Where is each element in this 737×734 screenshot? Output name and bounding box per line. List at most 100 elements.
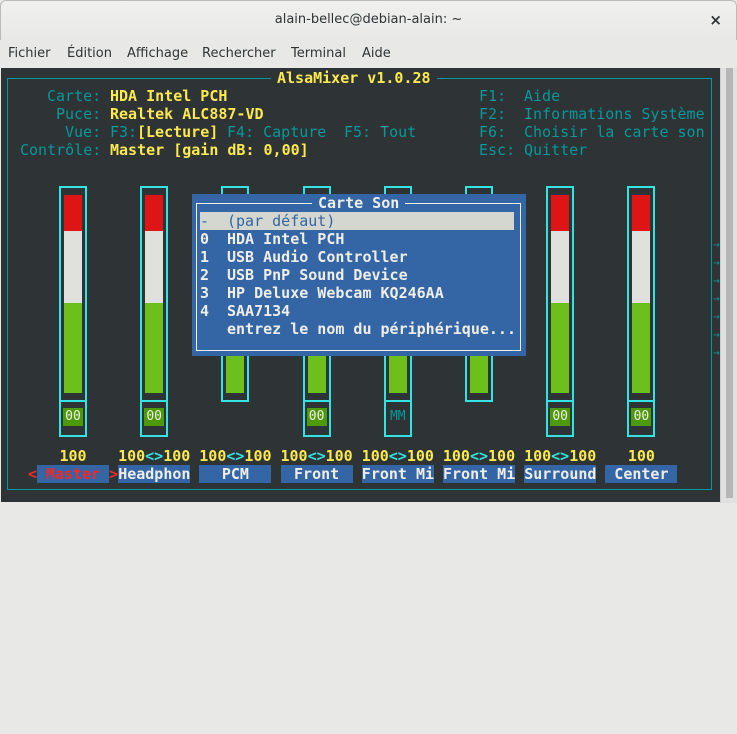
scroll-right-arrow-icon: → [713,274,720,287]
channel-label[interactable]: Center [605,465,678,483]
menu-fichier[interactable]: Fichier [8,46,51,61]
view-f3: F3: [110,123,138,141]
menu-rechercher[interactable]: Rechercher [202,46,276,61]
menu-bar: Fichier Édition Affichage Rechercher Ter… [0,40,737,68]
key-f6: F6: [479,123,507,141]
option-index: 2 [200,266,210,284]
volume-bar-frame [546,186,575,402]
mute-box[interactable]: 00 [140,400,169,437]
mute-state: 00 [550,408,571,426]
key-f1: F1: [479,87,507,105]
selection-marker-right: > [109,465,119,483]
volume-bar-frame [140,186,169,402]
menu-edition[interactable]: Édition [67,46,112,61]
mute-box[interactable]: 00 [546,400,575,437]
key-f2: F2: [479,105,507,123]
volume-bar-frame [59,186,87,402]
volume-fill-low [145,303,164,393]
sound-card-option[interactable]: entrez le nom du périphérique... [200,320,516,338]
channel-label[interactable]: Front Mi [361,465,434,483]
volume-fill-low [64,303,82,393]
scrollbar-thumb[interactable] [726,68,733,498]
right-value: 100 [406,447,434,465]
right-value: 100 [163,447,191,465]
volume-fill-mid [551,231,570,303]
mute-box[interactable]: 00 [627,400,656,437]
info-label: Contrôle: [20,141,102,159]
close-icon[interactable]: × [709,11,722,29]
right-value: 100 [569,447,597,465]
mute-state: 00 [306,408,327,426]
channel-label[interactable]: Headphon [118,465,191,483]
right-value: 100 [325,447,353,465]
key-esc: Esc: [479,141,516,159]
app-title: AlsaMixer v1.0.28 [271,69,437,87]
left-value: 100 [118,447,146,465]
channel-value: 100<>100 [515,447,605,465]
sound-card-option[interactable]: 2 USB PnP Sound Device [200,266,514,284]
key-f1-action[interactable]: Aide [524,87,560,105]
view-all[interactable]: F5: Tout [344,123,416,141]
channel-meter[interactable]: 00 [59,186,87,437]
volume-bar-frame [627,186,656,402]
scroll-right-arrow-icon: → [713,346,720,359]
option-name: HP Deluxe Webcam KQ246AA [227,284,444,302]
channel-label[interactable]: PCM [199,465,272,483]
scroll-right-arrow-icon: → [713,256,720,269]
channel-value: 100<>100 [434,447,524,465]
sound-card-option[interactable]: 0 HDA Intel PCH [200,230,514,248]
channel-value: 100<>100 [353,447,443,465]
terminal[interactable]: AlsaMixer v1.0.28 Carte: HDA Intel PCH P… [1,68,720,502]
scroll-right-arrow-icon: → [713,292,720,305]
volume-fill-mid [632,231,651,303]
channel-meter[interactable]: 00 [140,186,169,437]
mute-state: 00 [63,408,83,426]
card-name: HDA Intel PCH [110,87,228,105]
mute-box[interactable]: MM [383,400,412,437]
channel-value: 100 [627,447,655,465]
left-value: 100 [524,447,552,465]
option-name: entrez le nom du périphérique... [227,320,516,338]
balance-separator: <> [226,447,245,465]
mute-box[interactable]: 00 [59,400,87,437]
channel-label[interactable]: Surround [524,465,597,483]
channel-value: 100 [59,447,87,465]
sound-card-option[interactable]: - (par défaut) [200,212,514,230]
balance-separator: <> [469,447,489,465]
menu-aide[interactable]: Aide [362,46,391,61]
sound-card-option[interactable]: 3 HP Deluxe Webcam KQ246AA [200,284,514,302]
sound-card-dialog: Carte Son - (par défaut) 0 HDA Intel PCH 1 US… [192,194,526,356]
option-index: 1 [200,248,210,266]
volume-fill-low [632,303,651,393]
scrollbar[interactable] [720,68,737,503]
menu-terminal[interactable]: Terminal [291,46,346,61]
view-capture[interactable]: F4: Capture [227,123,326,141]
scroll-right-arrow-icon: → [713,328,720,341]
balance-separator: <> [551,447,570,465]
left-value: 100 [361,447,389,465]
volume-fill-high [145,195,164,231]
channel-meter[interactable]: 00 [627,186,656,437]
left-value: 100 [280,447,308,465]
key-f2-action[interactable]: Informations Système [524,105,705,123]
channel-label[interactable]: Front [280,465,353,483]
volume-fill-mid [145,231,164,303]
menu-affichage[interactable]: Affichage [127,46,188,61]
channel-label[interactable]: Front Mi [443,465,515,483]
option-index: 0 [200,230,210,248]
channel-value: 100<>100 [190,447,280,465]
channel-label[interactable]: Master [37,465,109,483]
mute-state: 00 [144,408,165,426]
mute-box[interactable]: 00 [302,400,331,437]
channel-meter[interactable]: 00 [546,186,575,437]
key-esc-action[interactable]: Quitter [524,141,587,159]
sound-card-option[interactable]: 4 SAA7134 [200,302,514,320]
key-f6-action[interactable]: Choisir la carte son [524,123,705,141]
title-bar: alain-bellec@debian-alain: ~ × [0,0,737,40]
balance-separator: <> [307,447,326,465]
view-current[interactable]: [Lecture] [137,123,218,141]
sound-card-option[interactable]: 1 USB Audio Controller [200,248,514,266]
left-value: 100 [199,447,227,465]
channel-value: 100<>100 [109,447,199,465]
option-index: 4 [200,302,210,320]
